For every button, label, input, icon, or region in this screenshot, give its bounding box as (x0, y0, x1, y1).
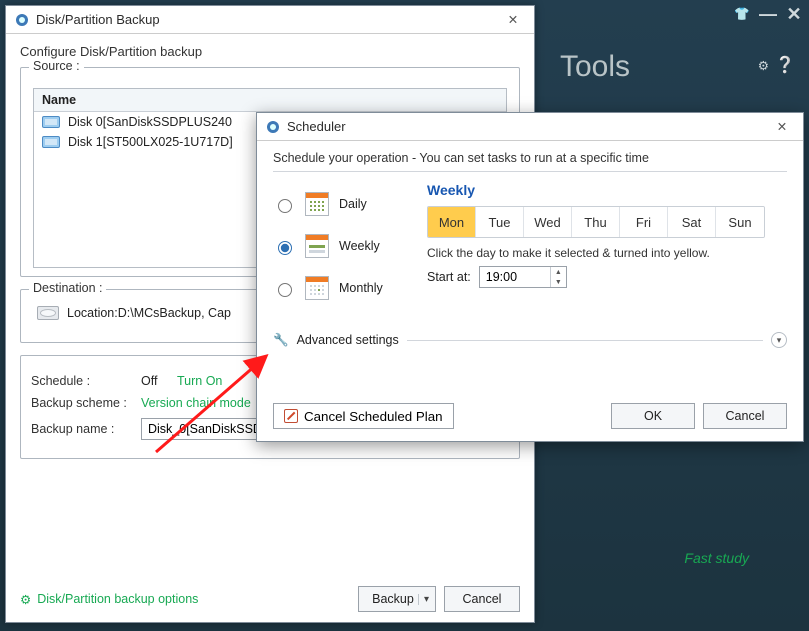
close-icon[interactable]: ✕ (785, 4, 803, 25)
day-sun[interactable]: Sun (716, 207, 764, 237)
column-name[interactable]: Name (34, 89, 506, 112)
day-hint: Click the day to make it selected & turn… (427, 246, 787, 260)
radio-monthly[interactable] (278, 283, 292, 297)
source-label: Source : (29, 59, 84, 73)
day-thu[interactable]: Thu (572, 207, 620, 237)
scheduler-description: Schedule your operation - You can set ta… (273, 151, 787, 165)
backup-options-text: Disk/Partition backup options (37, 592, 198, 606)
disk-icon (42, 136, 60, 148)
dialog-titlebar: Disk/Partition Backup ✕ (6, 6, 534, 34)
dialog-instruction: Configure Disk/Partition backup (20, 44, 520, 59)
gear-icon[interactable]: ⚙ (758, 58, 769, 73)
option-daily[interactable]: Daily (273, 192, 413, 216)
destination-label: Destination : (29, 281, 106, 295)
disk-name: Disk 1[ST500LX025-1U717D] (68, 135, 233, 149)
day-fri[interactable]: Fri (620, 207, 668, 237)
divider (407, 340, 763, 341)
dialog-title: Disk/Partition Backup (36, 12, 500, 27)
disk-icon (42, 116, 60, 128)
monthly-label: Monthly (339, 281, 383, 295)
disk-name: Disk 0[SanDiskSSDPLUS240 (68, 115, 232, 129)
radio-weekly[interactable] (278, 241, 292, 255)
fast-study-link[interactable]: Fast study (684, 550, 749, 566)
hdd-icon (37, 306, 59, 320)
location-prefix: Location: (67, 306, 118, 320)
wrench-icon: 🔧 (273, 333, 289, 348)
frequency-heading: Weekly (427, 182, 787, 198)
start-time-input[interactable] (480, 267, 550, 287)
scheduler-title: Scheduler (287, 119, 769, 134)
day-mon[interactable]: Mon (428, 207, 476, 237)
location-value: D:\MCsBackup, Cap (118, 306, 231, 320)
cancel-button[interactable]: Cancel (703, 403, 787, 429)
scheduler-titlebar: Scheduler ✕ (257, 113, 803, 141)
scheduler-dialog: Scheduler ✕ Schedule your operation - Yo… (256, 112, 804, 442)
close-icon[interactable]: ✕ (500, 12, 526, 27)
day-wed[interactable]: Wed (524, 207, 572, 237)
shirt-icon: 👕 (733, 7, 751, 22)
cancel-plan-label: Cancel Scheduled Plan (304, 409, 443, 424)
turn-on-link[interactable]: Turn On (177, 374, 222, 388)
cancel-scheduled-plan-button[interactable]: Cancel Scheduled Plan (273, 403, 454, 429)
schedule-state: Off (141, 374, 177, 388)
daily-label: Daily (339, 197, 367, 211)
minimize-icon[interactable]: — (759, 4, 777, 25)
ok-button[interactable]: OK (611, 403, 695, 429)
chevron-up-icon[interactable]: ▲ (551, 267, 566, 277)
start-at-label: Start at: (427, 270, 471, 284)
calendar-daily-icon (305, 192, 329, 216)
app-icon (14, 12, 30, 28)
option-weekly[interactable]: Weekly (273, 234, 413, 258)
schedule-label: Schedule : (31, 374, 141, 388)
day-tue[interactable]: Tue (476, 207, 524, 237)
option-monthly[interactable]: Monthly (273, 276, 413, 300)
calendar-monthly-icon (305, 276, 329, 300)
day-picker: MonTueWedThuFriSatSun (427, 206, 765, 238)
close-icon[interactable]: ✕ (769, 119, 795, 134)
backup-name-label: Backup name : (31, 422, 141, 436)
help-icon[interactable]: ❔ (775, 55, 795, 75)
scheme-label: Backup scheme : (31, 396, 141, 410)
chevron-down-icon[interactable]: ▼ (551, 277, 566, 287)
cancel-button[interactable]: Cancel (444, 586, 520, 612)
cancel-plan-icon (284, 409, 298, 423)
advanced-settings-link[interactable]: Advanced settings (297, 333, 399, 347)
gear-icon: ⚙ (20, 592, 31, 607)
radio-daily[interactable] (278, 199, 292, 213)
app-icon (265, 119, 281, 135)
weekly-label: Weekly (339, 239, 380, 253)
time-spinner[interactable]: ▲ ▼ (479, 266, 567, 288)
day-sat[interactable]: Sat (668, 207, 716, 237)
scheme-link[interactable]: Version chain mode (141, 396, 251, 410)
page-title: Tools (560, 50, 630, 84)
backup-button[interactable]: Backup (358, 586, 436, 612)
chevron-down-icon[interactable]: ▾ (771, 332, 787, 348)
spinner-arrows[interactable]: ▲ ▼ (550, 267, 566, 287)
calendar-weekly-icon (305, 234, 329, 258)
backup-options-link[interactable]: ⚙ Disk/Partition backup options (20, 592, 198, 607)
